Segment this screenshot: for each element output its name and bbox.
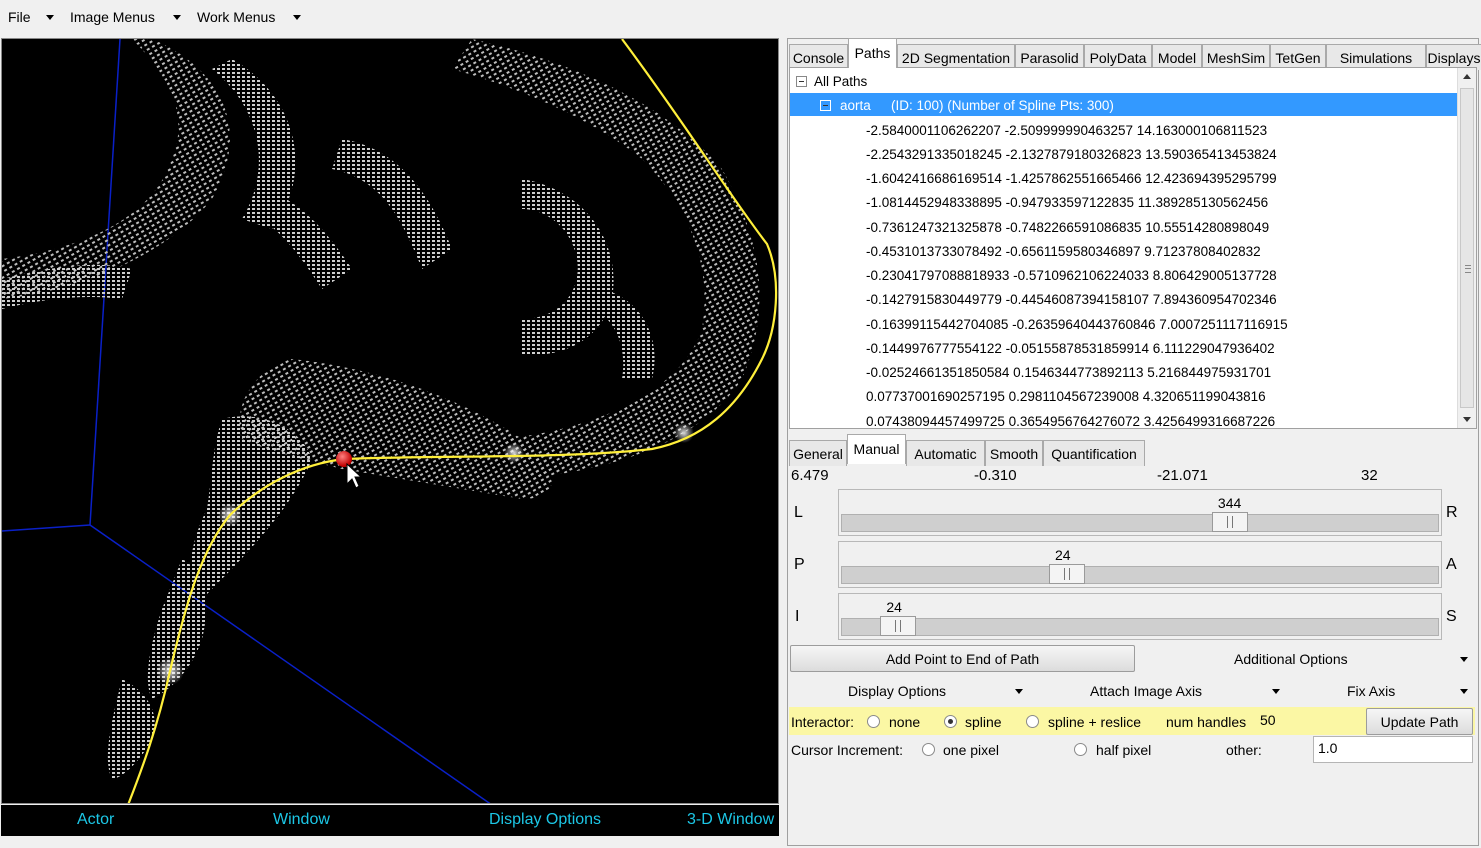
axis-line bbox=[2, 524, 91, 532]
image-menus-menu[interactable]: Image Menus bbox=[70, 9, 181, 25]
slider-is-left-label: I bbox=[795, 608, 800, 625]
radio-spline-reslice[interactable] bbox=[1026, 715, 1039, 728]
vessel-point-cloud bbox=[252, 189, 352, 289]
tree-point-row[interactable]: -1.6042416686169514 -1.4257862551665466 … bbox=[866, 171, 1277, 195]
tree-point-row[interactable]: -0.7361247321325878 -0.7482266591086835 … bbox=[866, 220, 1269, 244]
radio-one-pixel[interactable] bbox=[922, 743, 935, 756]
slider-pa-thumb[interactable] bbox=[1048, 564, 1085, 584]
radio-half-pixel-label: half pixel bbox=[1096, 742, 1152, 758]
radio-spline[interactable] bbox=[944, 715, 957, 728]
coord-slice: 32 bbox=[1361, 467, 1378, 484]
paths-tree[interactable]: All Paths aorta (ID: 100) (Number of Spl… bbox=[789, 67, 1477, 429]
slider-is-thumb[interactable] bbox=[880, 616, 917, 636]
slider-is-value: 24 bbox=[886, 599, 902, 615]
status-3d-window: 3-D Window bbox=[687, 811, 775, 828]
grip-icon bbox=[1465, 265, 1471, 273]
num-handles-input[interactable]: 50 bbox=[1255, 708, 1365, 734]
tree-point-row[interactable]: 0.07438094457499725 0.3654956764276072 3… bbox=[866, 414, 1275, 428]
slider-lr-right-label: R bbox=[1446, 504, 1458, 521]
active-control-point[interactable] bbox=[336, 451, 352, 467]
tab-smooth[interactable]: Smooth bbox=[985, 440, 1043, 466]
slider-pa[interactable]: 24 bbox=[838, 541, 1442, 588]
num-handles-label: num handles bbox=[1166, 714, 1247, 730]
cursor-increment-label: Cursor Increment: bbox=[791, 742, 904, 758]
scroll-up-icon[interactable] bbox=[1463, 74, 1471, 79]
render-status-bar: Actor Window Display Options 3-D Window bbox=[1, 805, 779, 836]
spline-handle[interactable] bbox=[504, 443, 524, 463]
radio-one-pixel-label: one pixel bbox=[943, 742, 1000, 758]
chevron-down-icon bbox=[46, 15, 54, 20]
interactor-label: Interactor: bbox=[791, 714, 855, 730]
tree-point-row[interactable]: -1.0814452948338895 -0.947933597122835 1… bbox=[866, 195, 1268, 219]
scroll-down-icon[interactable] bbox=[1463, 417, 1471, 422]
slider-is-right-label: S bbox=[1446, 608, 1457, 625]
slider-lr-left-label: L bbox=[794, 504, 803, 521]
tree-point-row[interactable]: -0.1427915830449779 -0.44546087394158107… bbox=[866, 292, 1277, 316]
coord-x: 6.479 bbox=[791, 467, 829, 484]
tree-point-row[interactable]: -2.2543291335018245 -2.1327879180326823 … bbox=[866, 147, 1277, 171]
tree-point-row[interactable]: -0.4531013733078492 -0.6561159580346897 … bbox=[866, 244, 1261, 268]
tab-general[interactable]: General bbox=[789, 440, 847, 466]
slider-trough[interactable] bbox=[841, 618, 1439, 636]
vessel-point-cloud bbox=[592, 289, 655, 379]
tree-point-row[interactable]: -0.02524661351850584 0.1546344773892113 … bbox=[866, 365, 1271, 389]
collapse-icon[interactable] bbox=[820, 100, 831, 111]
coord-z: -21.071 bbox=[1157, 467, 1208, 484]
chevron-down-icon bbox=[1460, 689, 1468, 694]
slider-trough[interactable] bbox=[841, 566, 1439, 584]
vessel-point-cloud bbox=[522, 179, 614, 355]
tree-point-row[interactable]: 0.07737001690257195 0.2981104567239008 4… bbox=[866, 389, 1266, 413]
tab-manual[interactable]: Manual bbox=[847, 434, 906, 464]
radio-none-label: none bbox=[889, 714, 921, 730]
radio-half-pixel[interactable] bbox=[1074, 743, 1087, 756]
radio-spline-reslice-label: spline + reslice bbox=[1048, 714, 1141, 730]
tab-quantification[interactable]: Quantification bbox=[1043, 440, 1145, 466]
coord-y: -0.310 bbox=[974, 467, 1017, 484]
file-menu[interactable]: File bbox=[8, 9, 54, 25]
slider-lr[interactable]: 344 bbox=[838, 489, 1442, 536]
vessel-point-cloud bbox=[190, 416, 312, 599]
status-actor: Actor bbox=[77, 811, 115, 828]
tree-point-row[interactable]: -0.23041797088818933 -0.5710962106224033… bbox=[866, 268, 1277, 292]
slider-lr-thumb[interactable] bbox=[1211, 512, 1248, 532]
slider-trough[interactable] bbox=[841, 514, 1439, 532]
other-increment-input[interactable]: 1.0 bbox=[1313, 736, 1473, 763]
3d-render-window[interactable] bbox=[1, 38, 779, 804]
vessel-point-cloud bbox=[107, 679, 155, 779]
tab-paths[interactable]: Paths bbox=[848, 38, 897, 68]
chevron-down-icon bbox=[1460, 657, 1468, 662]
vessel-point-cloud bbox=[2, 39, 230, 299]
slider-pa-left-label: P bbox=[794, 556, 805, 573]
other-label: other: bbox=[1226, 742, 1262, 758]
chevron-down-icon bbox=[1015, 689, 1023, 694]
tree-scrollbar[interactable] bbox=[1457, 68, 1476, 428]
slider-is[interactable]: 24 bbox=[838, 593, 1442, 640]
slider-pa-right-label: A bbox=[1446, 556, 1457, 573]
volume-render-canvas bbox=[2, 39, 778, 803]
tree-point-row[interactable]: -0.16399115442704085 -0.2635964044376084… bbox=[866, 317, 1288, 341]
add-point-button[interactable]: Add Point to End of Path bbox=[790, 645, 1135, 672]
tree-point-row[interactable]: -0.1449976777554122 -0.05155878531859914… bbox=[866, 341, 1275, 365]
radio-none[interactable] bbox=[867, 715, 880, 728]
vessel-point-cloud bbox=[332, 139, 452, 269]
tab-automatic[interactable]: Automatic bbox=[906, 440, 985, 466]
update-path-button[interactable]: Update Path bbox=[1366, 708, 1473, 735]
scrollbar-thumb[interactable] bbox=[1460, 88, 1474, 408]
chevron-down-icon bbox=[1272, 689, 1280, 694]
menu-bar: File Image Menus Work Menus bbox=[0, 0, 1481, 36]
slider-pa-value: 24 bbox=[1054, 547, 1071, 563]
chevron-down-icon bbox=[173, 15, 181, 20]
chevron-down-icon bbox=[293, 15, 301, 20]
slider-lr-value: 344 bbox=[1217, 495, 1242, 511]
collapse-icon[interactable] bbox=[796, 76, 807, 87]
tree-point-row[interactable]: -2.5840001106262207 -2.509999990463257 1… bbox=[866, 123, 1267, 147]
status-window: Window bbox=[273, 811, 330, 828]
status-display-options: Display Options bbox=[489, 811, 602, 828]
work-menus-menu[interactable]: Work Menus bbox=[197, 9, 301, 25]
radio-spline-label: spline bbox=[965, 714, 1002, 730]
